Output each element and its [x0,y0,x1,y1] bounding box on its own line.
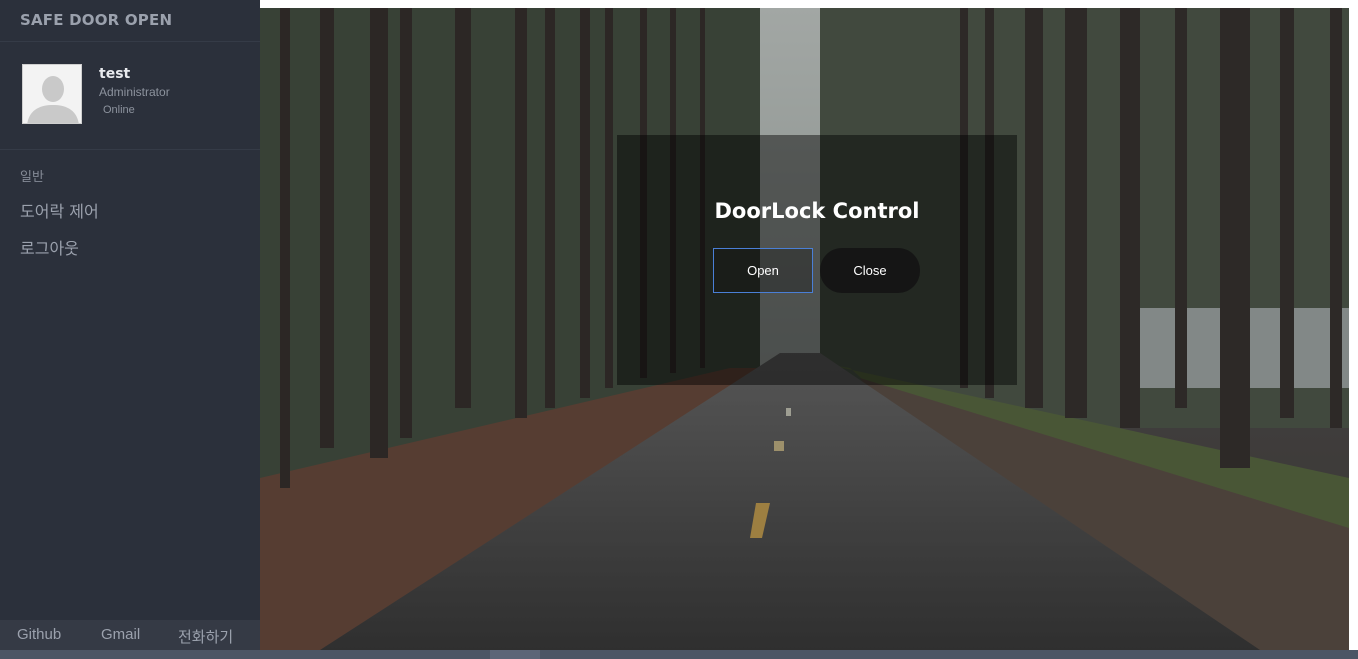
close-button[interactable]: Close [820,248,920,293]
user-role: Administrator [99,85,170,99]
sidebar-item-logout[interactable]: 로그아웃 [20,235,79,259]
main-content: DoorLock Control Open Close [260,8,1349,650]
open-button[interactable]: Open [713,248,813,293]
menu-section-label: 일반 [20,170,44,185]
top-edge [260,0,1358,8]
user-name: test [99,66,131,82]
gmail-link[interactable]: Gmail [101,626,140,643]
user-status: Online [103,104,135,116]
panel-title: DoorLock Control [714,199,920,223]
doorlock-control-panel: DoorLock Control Open Close [617,135,1017,385]
right-edge [1349,0,1358,650]
github-link[interactable]: Github [17,626,61,643]
sidebar-footer: Github Gmail 전화하기 [0,620,260,650]
horizontal-scrollbar[interactable] [0,650,1358,659]
avatar [22,64,82,124]
call-link[interactable]: 전화하기 [178,626,233,647]
user-silhouette-icon [23,65,81,123]
sidebar: SAFE DOOR OPEN test Administrator Online… [0,0,260,659]
brand-title[interactable]: SAFE DOOR OPEN [0,0,260,42]
sidebar-item-doorlock-control[interactable]: 도어락 제어 [20,198,99,222]
scrollbar-thumb[interactable] [490,650,540,659]
user-profile: test Administrator Online [0,42,260,150]
